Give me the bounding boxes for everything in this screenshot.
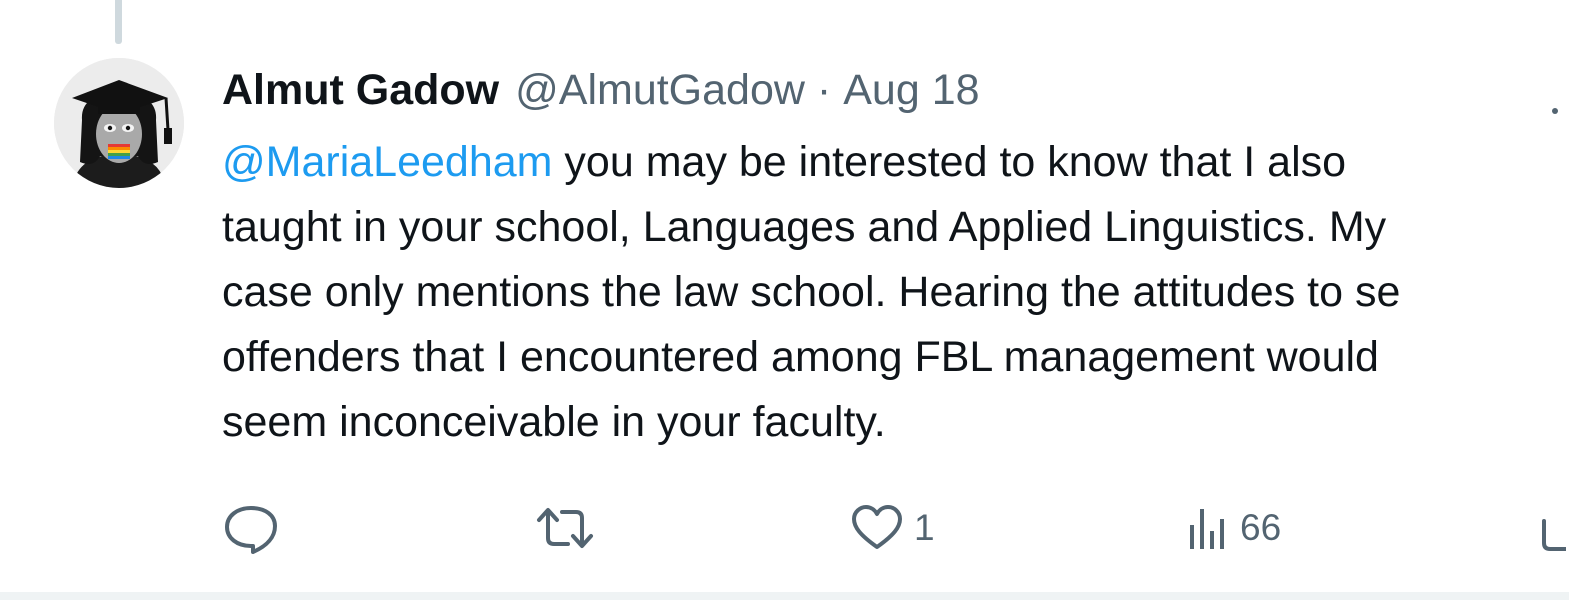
- tweet-divider: [0, 592, 1569, 600]
- heart-icon: [850, 503, 904, 553]
- views-count: 66: [1240, 507, 1282, 548]
- retweet-button[interactable]: [534, 498, 596, 558]
- tweet-text: @MariaLeedham you may be interested to k…: [222, 130, 1569, 455]
- share-icon: [1538, 503, 1566, 553]
- tweet-text-line: taught in your school, Languages and App…: [222, 203, 1387, 251]
- like-count: 1: [914, 507, 935, 548]
- mention-link[interactable]: @MariaLeedham: [222, 138, 552, 186]
- tweet-date[interactable]: Aug 18: [843, 64, 979, 116]
- more-options-icon[interactable]: [1548, 104, 1562, 118]
- separator-dot: ·: [816, 66, 832, 114]
- tweet-actions: 1 66: [222, 498, 1569, 558]
- tweet-text-line: @MariaLeedham you may be interested to k…: [222, 130, 1569, 195]
- retweet-icon: [534, 502, 596, 554]
- share-button[interactable]: [1538, 498, 1566, 558]
- author-name[interactable]: Almut Gadow: [222, 64, 499, 116]
- tweet[interactable]: Almut Gadow @AlmutGadow · Aug 18 @MariaL…: [0, 0, 1569, 592]
- tweet-header: Almut Gadow @AlmutGadow · Aug 18: [222, 64, 980, 116]
- avatar[interactable]: [54, 58, 184, 188]
- reply-button[interactable]: [222, 498, 280, 558]
- tweet-text-segment: you may be interested to know that I als…: [552, 138, 1347, 186]
- tweet-text-line: seem inconceivable in your faculty.: [222, 398, 886, 446]
- tweet-text-line: offenders that I encountered among FBL m…: [222, 333, 1379, 381]
- reply-icon: [222, 502, 280, 554]
- author-handle[interactable]: @AlmutGadow: [515, 64, 805, 116]
- tweet-text-line: case only mentions the law school. Heari…: [222, 268, 1401, 316]
- views-bar-icon: [1186, 503, 1230, 553]
- like-button[interactable]: 1: [850, 498, 935, 558]
- views-button[interactable]: 66: [1186, 498, 1281, 558]
